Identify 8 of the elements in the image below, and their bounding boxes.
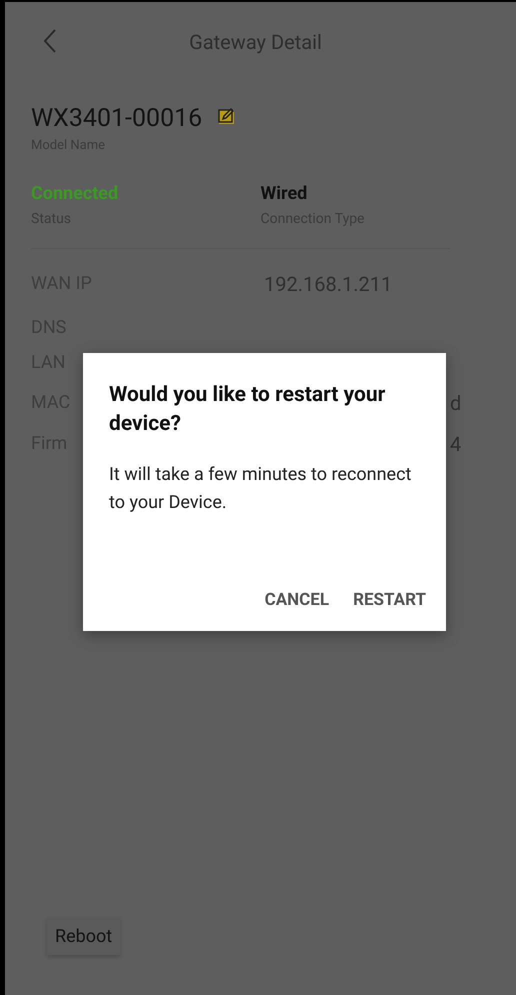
device-name: WX3401-00016 — [31, 104, 202, 134]
edit-icon[interactable] — [218, 107, 236, 125]
dialog-title: Would you like to restart your device? — [109, 382, 386, 438]
field-value: Wired — [260, 182, 308, 206]
restart-button[interactable]: RESTART — [353, 588, 426, 613]
status-value: Connected — [31, 182, 120, 206]
dialog-message: It will take a few minutes to reconnect to your Device. — [109, 463, 412, 515]
cancel-button[interactable]: CANCEL — [264, 588, 330, 613]
